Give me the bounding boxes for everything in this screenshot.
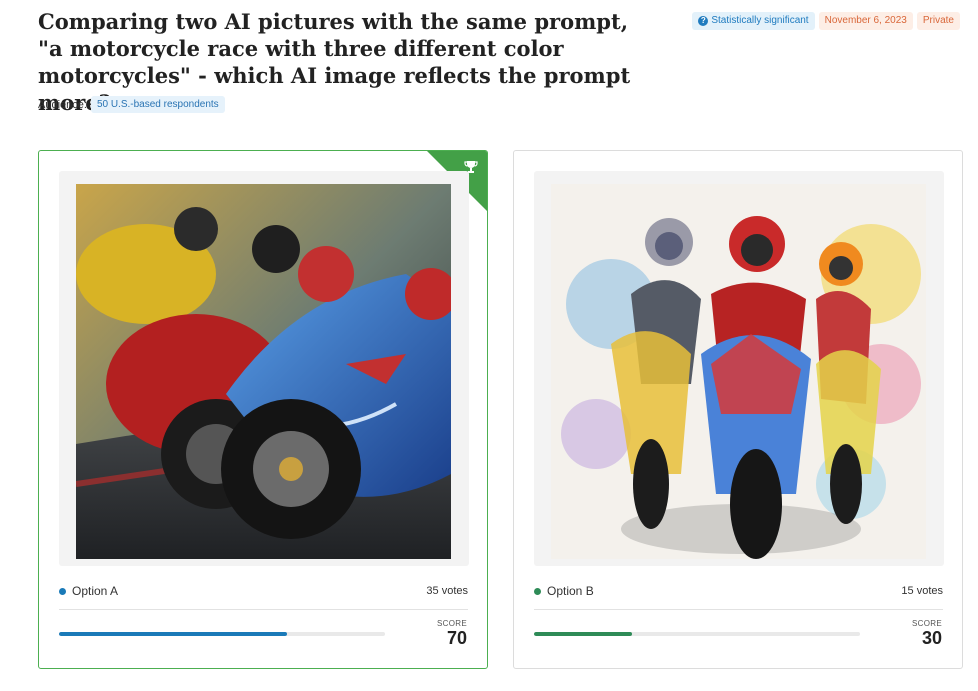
significance-badge[interactable]: ? Statistically significant bbox=[692, 12, 815, 30]
audience-badge: 50 U.S.-based respondents bbox=[90, 96, 225, 113]
divider bbox=[534, 609, 943, 610]
option-card-b[interactable]: Option B 15 votes SCORE 30 bbox=[513, 150, 963, 669]
vote-count: 35 votes bbox=[426, 585, 468, 597]
date-label: November 6, 2023 bbox=[824, 15, 907, 26]
score: SCORE 70 bbox=[437, 619, 467, 648]
image-frame bbox=[59, 171, 469, 566]
status-badges: ? Statistically significant November 6, … bbox=[692, 12, 960, 30]
option-row: Option B 15 votes bbox=[534, 584, 943, 598]
score-label: SCORE bbox=[437, 619, 467, 628]
visibility-badge: Private bbox=[916, 12, 960, 30]
divider bbox=[59, 609, 468, 610]
option-label: Option A bbox=[72, 584, 119, 598]
date-badge: November 6, 2023 bbox=[818, 12, 913, 30]
audience-label: Audience: bbox=[38, 98, 87, 111]
option-label: Option B bbox=[547, 584, 594, 598]
score-label: SCORE bbox=[912, 619, 942, 628]
option-image-a[interactable] bbox=[76, 184, 451, 559]
score-bar bbox=[59, 632, 385, 636]
score-value: 30 bbox=[921, 628, 942, 648]
option-color-dot bbox=[534, 587, 541, 595]
visibility-label: Private bbox=[922, 15, 954, 26]
option-color-dot bbox=[59, 587, 66, 595]
info-icon: ? bbox=[698, 16, 709, 26]
vote-count: 15 votes bbox=[901, 585, 943, 597]
significance-label: Statistically significant bbox=[711, 15, 809, 26]
option-card-a[interactable]: Option A 35 votes SCORE 70 bbox=[38, 150, 488, 669]
audience: Audience: 50 U.S.-based respondents bbox=[38, 96, 225, 113]
score-bar-fill bbox=[534, 632, 632, 636]
score-bar bbox=[534, 632, 860, 636]
image-frame bbox=[534, 171, 944, 566]
score-bar-fill bbox=[59, 632, 288, 636]
score-value: 70 bbox=[446, 628, 467, 648]
option-image-b[interactable] bbox=[551, 184, 926, 559]
score: SCORE 30 bbox=[912, 619, 942, 648]
option-row: Option A 35 votes bbox=[59, 584, 468, 598]
